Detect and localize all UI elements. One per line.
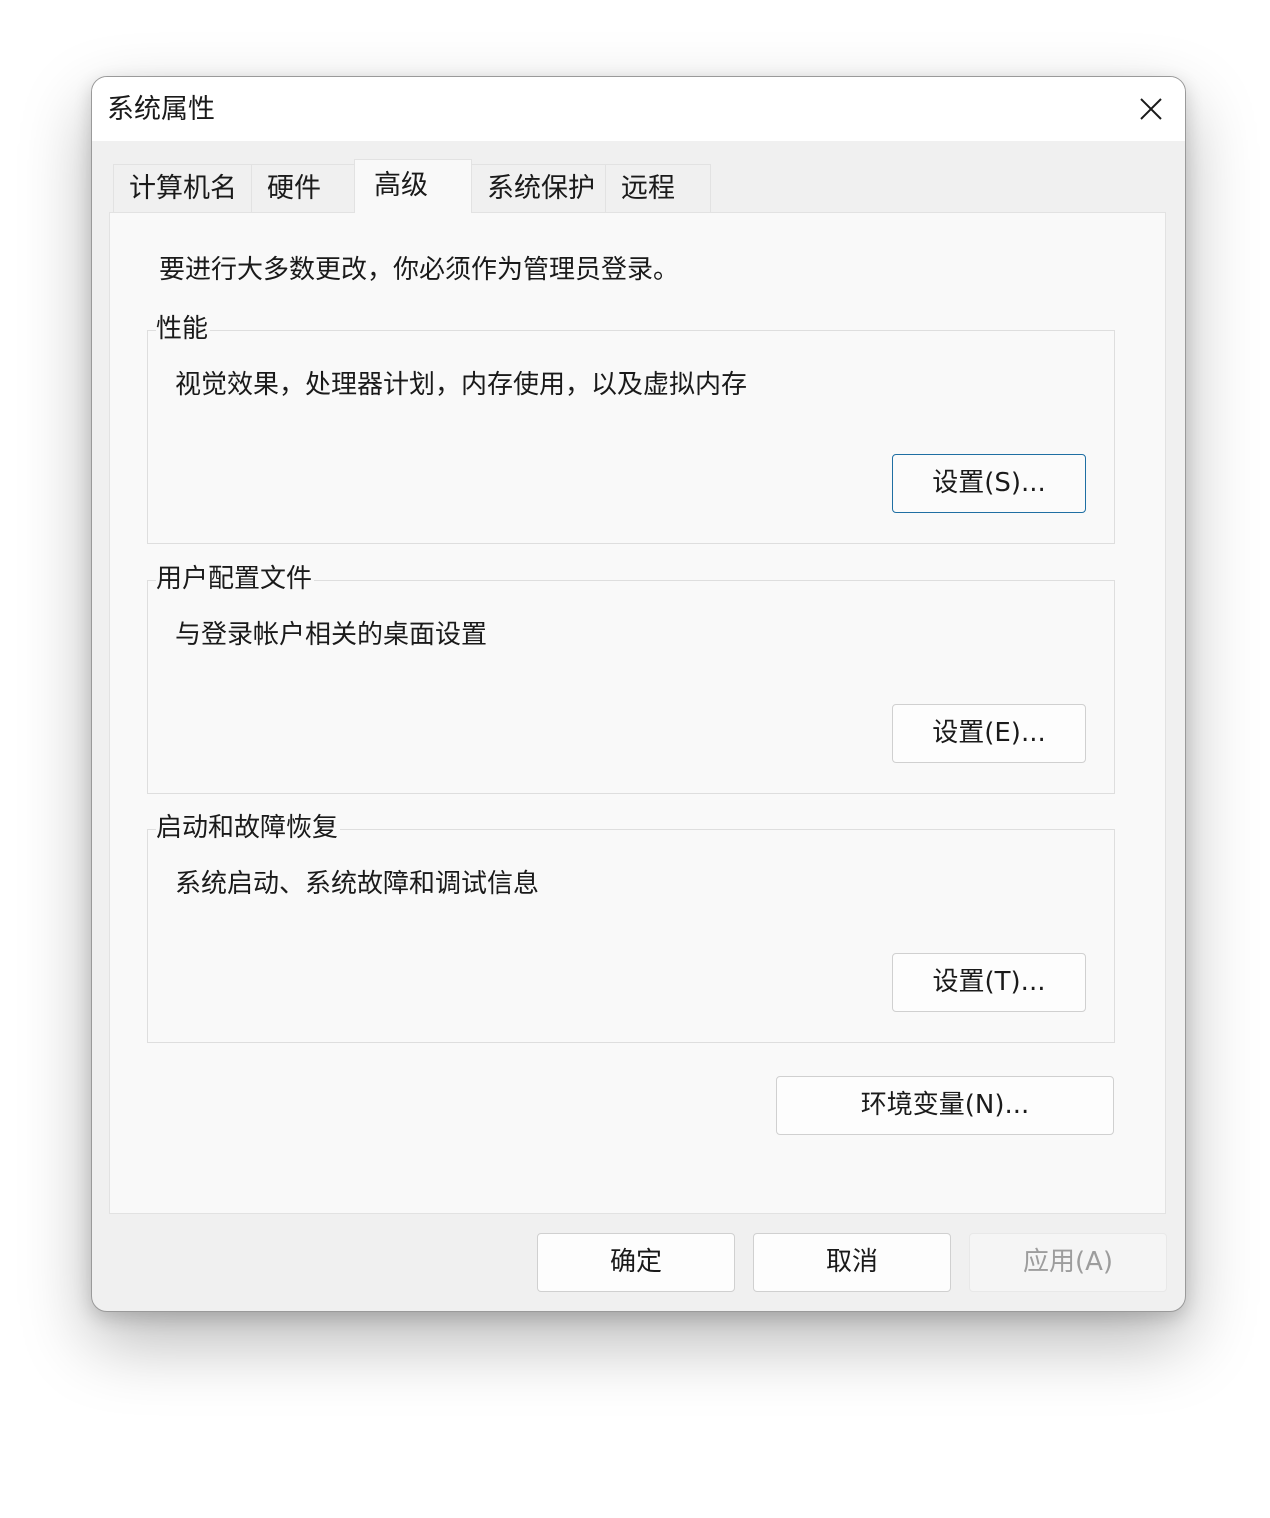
- user-profiles-group: 用户配置文件 与登录帐户相关的桌面设置 设置(E)...: [147, 562, 1115, 794]
- tab-hardware[interactable]: 硬件: [251, 164, 355, 212]
- environment-variables-button[interactable]: 环境变量(N)...: [776, 1076, 1114, 1135]
- cancel-button[interactable]: 取消: [753, 1233, 951, 1292]
- performance-group: 性能 视觉效果，处理器计划，内存使用，以及虚拟内存 设置(S)...: [147, 312, 1115, 544]
- user-profiles-description: 与登录帐户相关的桌面设置: [175, 620, 488, 650]
- apply-button[interactable]: 应用(A): [969, 1233, 1167, 1292]
- system-properties-window: 系统属性 计算机名 硬件 高级 系统保护 远程 要进行大多数更改，你必须作为管理…: [91, 76, 1186, 1312]
- tab-remote[interactable]: 远程: [605, 164, 711, 212]
- ok-button[interactable]: 确定: [537, 1233, 735, 1292]
- performance-settings-button[interactable]: 设置(S)...: [892, 454, 1086, 513]
- admin-notice: 要进行大多数更改，你必须作为管理员登录。: [159, 255, 680, 285]
- startup-recovery-description: 系统启动、系统故障和调试信息: [175, 869, 540, 899]
- window-title: 系统属性: [107, 94, 215, 125]
- title-bar[interactable]: 系统属性: [92, 77, 1185, 141]
- user-profiles-group-title: 用户配置文件: [156, 562, 315, 596]
- tab-system-protection[interactable]: 系统保护: [471, 164, 606, 212]
- tab-advanced[interactable]: 高级: [354, 159, 472, 213]
- close-button[interactable]: [1109, 77, 1185, 141]
- startup-recovery-group-title: 启动和故障恢复: [156, 811, 341, 845]
- close-icon: [1140, 98, 1162, 120]
- startup-recovery-group: 启动和故障恢复 系统启动、系统故障和调试信息 设置(T)...: [147, 811, 1115, 1043]
- tab-computer-name[interactable]: 计算机名: [113, 164, 252, 212]
- advanced-tab-panel: 要进行大多数更改，你必须作为管理员登录。 性能 视觉效果，处理器计划，内存使用，…: [109, 212, 1166, 1214]
- performance-description: 视觉效果，处理器计划，内存使用，以及虚拟内存: [175, 370, 748, 400]
- startup-recovery-settings-button[interactable]: 设置(T)...: [892, 953, 1086, 1012]
- performance-group-title: 性能: [156, 312, 211, 346]
- user-profiles-settings-button[interactable]: 设置(E)...: [892, 704, 1086, 763]
